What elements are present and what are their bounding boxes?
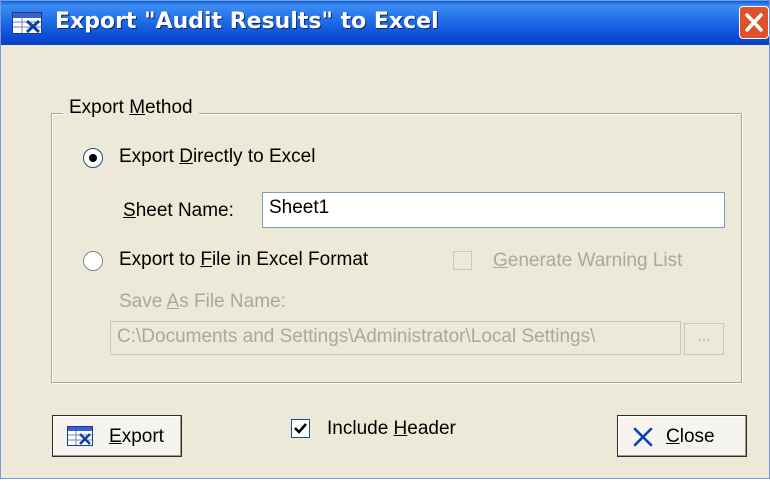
export-button[interactable]: Export — [52, 415, 182, 457]
checkmark-icon — [294, 423, 307, 434]
window-title: Export "Audit Results" to Excel — [55, 9, 439, 34]
sheet-name-label: Sheet Name: — [123, 200, 234, 221]
excel-export-icon — [67, 426, 93, 446]
export-method-legend: Export Method — [63, 97, 199, 119]
export-dialog: Export "Audit Results" to Excel Export M… — [0, 0, 770, 479]
include-header-label[interactable]: Include Header — [327, 418, 456, 440]
sheet-name-input[interactable]: Sheet1 — [262, 192, 725, 228]
export-directly-radio[interactable] — [83, 148, 103, 168]
export-directly-label[interactable]: Export Directly to Excel — [119, 146, 315, 168]
include-header-checkbox[interactable] — [291, 419, 310, 438]
close-x-icon — [633, 427, 653, 447]
export-to-file-label[interactable]: Export to File in Excel Format — [119, 249, 368, 271]
window-close-button[interactable] — [739, 6, 769, 39]
window-close-icon — [745, 13, 763, 32]
close-button[interactable]: Close — [617, 415, 747, 457]
browse-button[interactable]: ... — [684, 323, 724, 355]
close-button-label: Close — [666, 426, 715, 447]
excel-export-icon — [12, 12, 42, 34]
generate-warning-checkbox[interactable] — [453, 251, 472, 270]
save-as-label: Save As File Name: — [119, 291, 286, 312]
export-button-label: Export — [109, 426, 164, 447]
generate-warning-label: Generate Warning List — [493, 250, 683, 271]
export-to-file-radio[interactable] — [83, 251, 103, 271]
title-bar[interactable]: Export "Audit Results" to Excel — [1, 1, 769, 45]
save-as-path-input[interactable]: C:\Documents and Settings\Administrator\… — [110, 321, 681, 355]
